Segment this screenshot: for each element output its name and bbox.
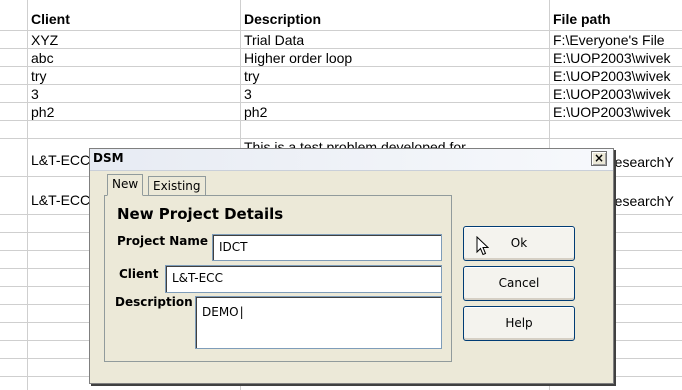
cell-file-path[interactable]: E:\UOP2003\wivek (553, 85, 682, 103)
cell-client[interactable]: try (31, 67, 47, 85)
cell-file-path[interactable]: E:\UOP2003\wivek (553, 67, 682, 85)
header-client: Client (31, 11, 70, 27)
column-divider (27, 0, 28, 390)
cell-file-path[interactable]: researchY (610, 192, 682, 210)
cell-file-path[interactable]: E:\UOP2003\wivek (553, 103, 682, 121)
close-icon[interactable]: × (591, 151, 607, 166)
cell-description[interactable]: 3 (244, 85, 252, 103)
cell-file-path[interactable]: researchY (610, 153, 682, 171)
cell-client[interactable]: L&T-ECC (31, 151, 90, 169)
dialog-titlebar[interactable]: DSM × (90, 149, 613, 171)
cell-client[interactable]: XYZ (31, 31, 58, 49)
cell-file-path[interactable]: F:\Everyone's File (553, 31, 682, 49)
cell-description[interactable]: Trial Data (244, 31, 304, 49)
cell-description[interactable]: Higher order loop (244, 49, 352, 67)
ok-button[interactable]: Ok (463, 226, 575, 261)
project-name-label: Project Name (117, 234, 209, 248)
tab-new[interactable]: New (107, 174, 144, 196)
help-button[interactable]: Help (463, 306, 575, 341)
client-label: Client (119, 267, 159, 281)
dsm-dialog: DSM × New Existing New Project Details P… (89, 148, 614, 384)
cell-description[interactable]: ph2 (244, 103, 267, 121)
ok-button-label: Ok (510, 236, 528, 250)
cell-description-overflow: This is a test problem developed for (244, 139, 466, 148)
project-name-field[interactable]: IDCT (212, 234, 442, 261)
tab-existing[interactable]: Existing (148, 176, 206, 195)
dialog-title: DSM (93, 151, 124, 165)
panel-title: New Project Details (117, 205, 284, 223)
client-field[interactable]: L&T-ECC (165, 265, 442, 293)
mouse-pointer-icon (476, 236, 489, 256)
cell-client[interactable]: abc (31, 49, 54, 67)
description-text: DEMO (202, 305, 244, 319)
cell-description[interactable]: try (244, 67, 260, 85)
description-field[interactable]: DEMO (195, 296, 442, 349)
header-description: Description (244, 11, 322, 27)
cell-client[interactable]: ph2 (31, 103, 54, 121)
cell-client[interactable]: 3 (31, 85, 39, 103)
cell-client[interactable]: L&T-ECC (31, 191, 90, 209)
header-file-path: File path (553, 11, 611, 27)
cancel-button[interactable]: Cancel (463, 266, 575, 301)
tab-panel-new: New Project Details Project Name IDCT Cl… (104, 195, 452, 362)
description-label: Description (115, 295, 193, 309)
cell-file-path[interactable]: E:\UOP2003\wivek (553, 49, 682, 67)
